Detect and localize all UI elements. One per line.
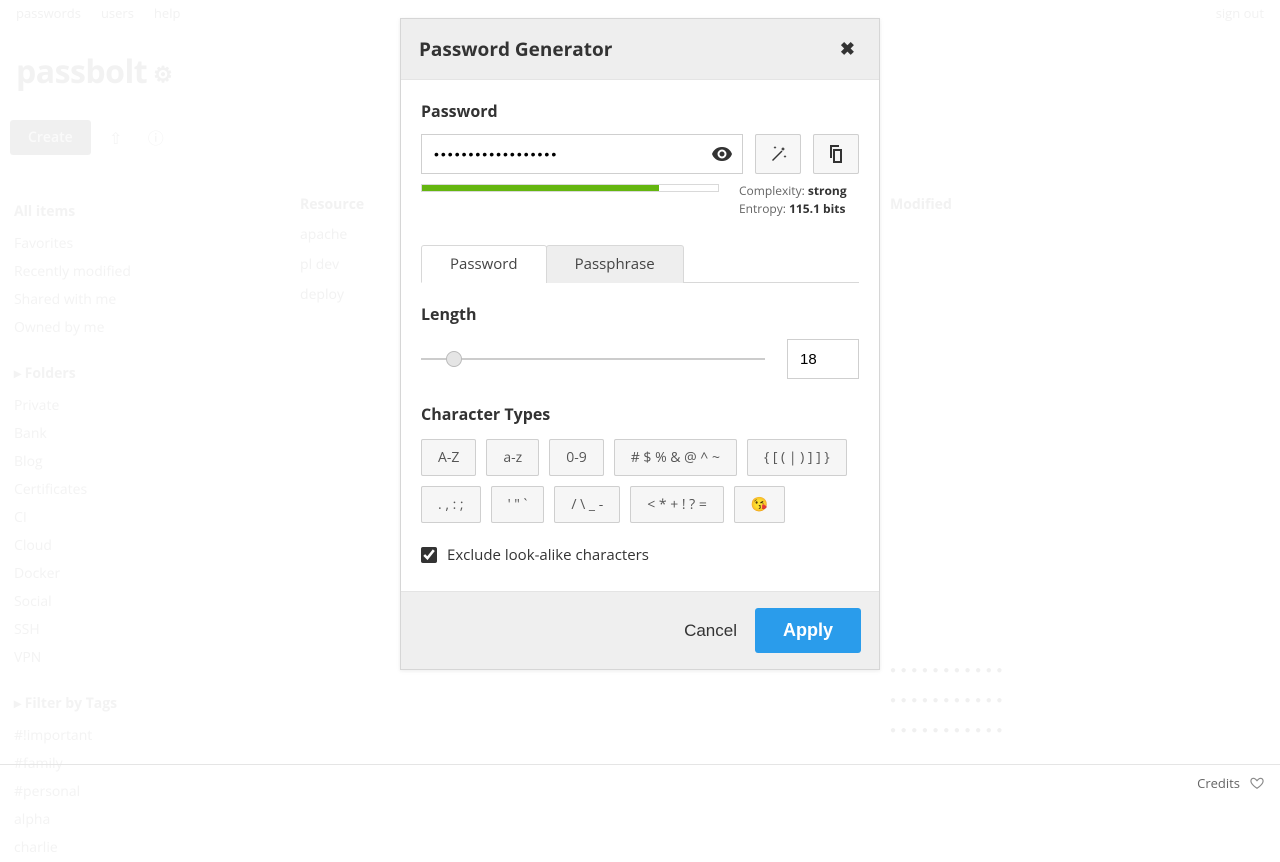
password-strength-meter <box>421 184 719 192</box>
app-logo: passbolt⚙ <box>16 50 172 93</box>
dialog-footer: Cancel Apply <box>401 591 879 669</box>
info-icon: ⓘ <box>141 123 171 153</box>
cancel-button[interactable]: Cancel <box>684 621 737 641</box>
topnav-signout: sign out <box>1216 4 1264 22</box>
apply-button[interactable]: Apply <box>755 608 861 653</box>
heart-icon <box>1250 776 1264 790</box>
length-label: Length <box>421 303 859 325</box>
copy-icon <box>828 145 844 163</box>
bg-right-panel: Modified ● ● ● ● ● ● ● ● ● ● ● ● ● ● ● ●… <box>890 195 1250 744</box>
dialog-title: Password Generator <box>419 36 834 62</box>
password-generator-dialog: Password Generator ✖ Password <box>400 18 880 670</box>
chip-emoji[interactable]: 😘 <box>734 486 785 523</box>
chip-digits[interactable]: 0-9 <box>549 439 604 476</box>
password-strength-fill <box>422 185 659 191</box>
toggle-visibility-button[interactable] <box>707 139 737 169</box>
slider-thumb[interactable] <box>446 351 462 367</box>
chip-lowercase[interactable]: a-z <box>486 439 539 476</box>
regenerate-button[interactable] <box>755 134 801 174</box>
chip-math[interactable]: < * + ! ? = <box>630 486 724 523</box>
close-button[interactable]: ✖ <box>834 33 861 65</box>
tab-passphrase[interactable]: Passphrase <box>546 245 684 283</box>
dialog-header: Password Generator ✖ <box>401 19 879 80</box>
bg-create-button: Create <box>10 120 91 155</box>
generated-password-input[interactable] <box>421 134 743 174</box>
chip-slashes[interactable]: / \ _ - <box>554 486 620 523</box>
magic-wand-icon <box>769 145 787 163</box>
credits-link[interactable]: Credits <box>1197 774 1240 792</box>
close-icon: ✖ <box>840 37 855 61</box>
generator-mode-tabs: Password Passphrase <box>421 244 859 283</box>
tab-password[interactable]: Password <box>421 245 547 283</box>
exclude-lookalike-checkbox[interactable] <box>421 547 437 563</box>
eye-icon <box>712 147 732 161</box>
character-types-label: Character Types <box>421 403 859 425</box>
length-slider[interactable] <box>421 349 765 369</box>
chip-punctuation[interactable]: . , : ; <box>421 486 481 523</box>
topnav-users: users <box>101 4 134 22</box>
topnav-passwords: passwords <box>16 4 81 22</box>
topnav-help: help <box>154 4 181 22</box>
exclude-lookalike-row[interactable]: Exclude look-alike characters <box>421 545 859 565</box>
complexity-readout: Complexity: strong Entropy: 115.1 bits <box>739 182 859 218</box>
upload-icon: ⇧ <box>101 123 131 153</box>
chip-brackets[interactable]: { [ ( | ) ] ] } <box>747 439 847 476</box>
bg-sidebar: All items Favorites Recently modified Sh… <box>14 180 254 862</box>
password-field-label: Password <box>421 100 859 122</box>
chip-quotes[interactable]: ' " ` <box>491 486 545 523</box>
page-footer: Credits <box>0 764 1280 800</box>
length-input[interactable] <box>787 339 859 379</box>
slider-track <box>421 358 765 360</box>
chip-uppercase[interactable]: A-Z <box>421 439 476 476</box>
copy-button[interactable] <box>813 134 859 174</box>
chip-special[interactable]: # $ % & @ ^ ~ <box>614 439 737 476</box>
exclude-lookalike-label: Exclude look-alike characters <box>447 545 649 565</box>
